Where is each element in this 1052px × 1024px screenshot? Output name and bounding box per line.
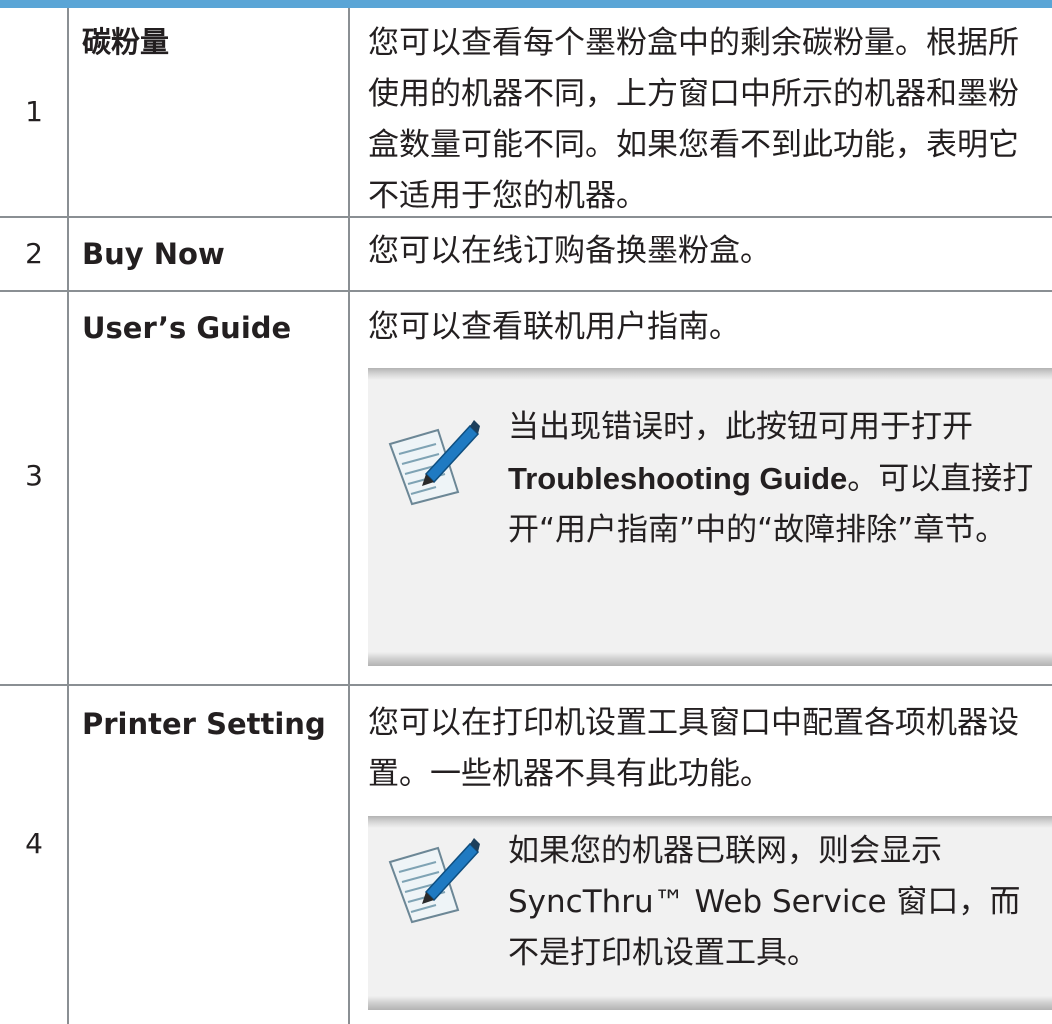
note-box: 当出现错误时，此按钮可用于打开Troubleshooting Guide。可以直…: [368, 368, 1052, 666]
column-divider: [348, 8, 350, 1024]
feature-description: 您可以在打印机设置工具窗口中配置各项机器设置。一些机器不具有此功能。: [368, 705, 1019, 792]
feature-table: 1 碳粉量 您可以查看每个墨粉盒中的剩余碳粉量。根据所使用的机器不同，上方窗口中…: [0, 0, 1052, 1024]
note-text: 如果您的机器已联网，则会显示 SyncThru™ Web Service 窗口，…: [508, 833, 1021, 971]
note-pencil-icon: [388, 420, 480, 506]
feature-name: Printer Setting: [82, 707, 326, 741]
row-divider: [0, 290, 1052, 292]
note-pencil-icon: [388, 838, 480, 924]
feature-description: 您可以查看联机用户指南。: [368, 309, 740, 345]
row-number: 2: [25, 237, 43, 270]
row-divider: [0, 684, 1052, 686]
note-box: 如果您的机器已联网，则会显示 SyncThru™ Web Service 窗口，…: [368, 816, 1052, 1010]
row-number: 3: [25, 459, 43, 492]
feature-name: Buy Now: [82, 237, 225, 271]
column-divider: [67, 8, 69, 1024]
row-number: 4: [25, 827, 43, 860]
feature-description: 您可以查看每个墨粉盒中的剩余碳粉量。根据所使用的机器不同，上方窗口中所示的机器和…: [368, 25, 1019, 214]
note-text: 当出现错误时，此按钮可用于打开Troubleshooting Guide。可以直…: [508, 409, 1034, 548]
feature-name: User’s Guide: [82, 311, 292, 345]
table-top-rule: [0, 0, 1052, 8]
feature-description: 您可以在线订购备换墨粉盒。: [368, 233, 771, 269]
feature-name: 碳粉量: [82, 25, 170, 59]
row-number: 1: [25, 95, 43, 128]
